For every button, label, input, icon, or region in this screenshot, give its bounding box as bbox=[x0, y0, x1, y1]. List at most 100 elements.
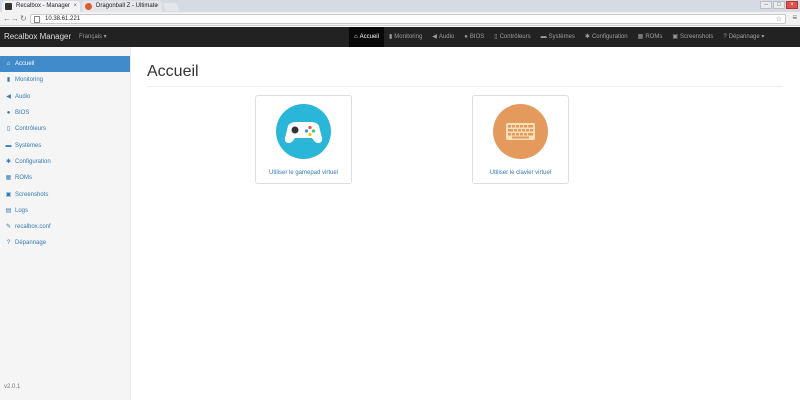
close-icon[interactable]: × bbox=[73, 1, 77, 12]
film-icon: ▦ bbox=[5, 175, 12, 182]
sidebar-item-1[interactable]: ▮ Monitoring bbox=[0, 72, 130, 88]
pencil-icon: ✎ bbox=[5, 224, 12, 231]
nav-item-1[interactable]: ▮ Monitoring bbox=[384, 27, 427, 47]
address-bar[interactable]: 10.38.61.221 ☆ bbox=[30, 14, 786, 24]
nav-item-0[interactable]: ⌂ Accueil bbox=[349, 27, 384, 47]
question-icon: ? bbox=[723, 34, 727, 40]
sidebar-item-label: Contrôleurs bbox=[15, 126, 47, 133]
keyboard-icon bbox=[493, 104, 548, 159]
nav-item-label: Accueil bbox=[359, 34, 379, 40]
close-icon[interactable]: × bbox=[155, 1, 159, 12]
speaker-icon: ◀ bbox=[432, 34, 437, 40]
sidebar-item-label: ROMs bbox=[15, 175, 32, 182]
sidebar-item-label: Systèmes bbox=[15, 142, 42, 149]
nav-item-3[interactable]: ● BIOS bbox=[459, 27, 489, 47]
home-icon: ⌂ bbox=[6, 61, 11, 68]
sidebar-item-label: Dépannage bbox=[15, 240, 47, 247]
nav-item-9[interactable]: ? Dépannage ▾ bbox=[718, 27, 769, 47]
minimize-icon[interactable]: – bbox=[760, 1, 772, 9]
hdd-icon: ▬ bbox=[5, 142, 12, 149]
sidebar-item-6[interactable]: ✱ Configuration bbox=[0, 154, 130, 170]
page-title: Accueil bbox=[147, 63, 199, 80]
phone-icon: ▯ bbox=[494, 34, 498, 40]
brand-logo[interactable]: Recalbox Manager bbox=[4, 27, 71, 47]
url-text: 10.38.61.221 bbox=[45, 16, 81, 22]
nav-item-5[interactable]: ▬ Systèmes bbox=[536, 27, 580, 47]
sidebar-item-label: Logs bbox=[15, 207, 29, 214]
picture-icon: ▣ bbox=[5, 191, 12, 198]
question-icon: ? bbox=[6, 240, 11, 247]
browser-tab-title: Recalbox - Manager bbox=[16, 3, 71, 9]
gamepad-card[interactable]: Utiliser le gamepad virtuel bbox=[255, 95, 352, 184]
sidebar-item-label: Configuration bbox=[15, 158, 51, 165]
sidebar-item-3[interactable]: ● BIOS bbox=[0, 105, 130, 121]
sidebar-item-label: BIOS bbox=[15, 110, 30, 117]
globe-icon: ● bbox=[6, 110, 11, 117]
sidebar-item-0[interactable]: ⌂ Accueil bbox=[0, 56, 130, 73]
nav-item-label: Dépannage ▾ bbox=[728, 34, 765, 40]
new-tab-button[interactable] bbox=[162, 3, 180, 11]
back-arrow-icon[interactable]: ← bbox=[3, 14, 11, 24]
phone-icon: ▯ bbox=[6, 126, 11, 133]
keyboard-link[interactable]: Utiliser le clavier virtuel bbox=[473, 170, 568, 176]
speaker-icon: ◀ bbox=[6, 93, 11, 100]
maximize-icon[interactable]: □ bbox=[773, 1, 785, 9]
forward-arrow-icon[interactable]: → bbox=[11, 14, 19, 24]
gear-icon: ✱ bbox=[5, 158, 12, 165]
keyboard-card[interactable]: Utiliser le clavier virtuel bbox=[472, 95, 569, 184]
bar-chart-icon: ▮ bbox=[388, 34, 393, 40]
version-label: v2.0.1 bbox=[4, 384, 21, 390]
nav-item-label: Contrôleurs bbox=[499, 34, 531, 40]
gear-icon: ✱ bbox=[584, 34, 590, 40]
sidebar-item-5[interactable]: ▬ Systèmes bbox=[0, 137, 130, 153]
sidebar-item-2[interactable]: ◀ Audio bbox=[0, 89, 130, 105]
sidebar-item-label: Monitoring bbox=[15, 77, 44, 84]
browser-tab-recalbox[interactable]: Recalbox - Manager × bbox=[2, 1, 80, 12]
nav-item-4[interactable]: ▯ Contrôleurs bbox=[489, 27, 535, 47]
recalbox-favicon-icon bbox=[5, 3, 12, 10]
sidebar-item-label: recalbox.conf bbox=[15, 224, 51, 231]
sidebar-item-label: Screenshots bbox=[15, 191, 49, 198]
sidebar-menu: ⌂ Accueil ▮ Monitoring ◀ Audio ● BIOS ▯ Contrôleu… bbox=[0, 56, 130, 252]
hdd-icon: ▬ bbox=[540, 34, 547, 40]
sidebar-item-label: Audio bbox=[15, 93, 31, 100]
gamepad-link[interactable]: Utiliser le gamepad virtuel bbox=[256, 170, 351, 176]
nav-item-7[interactable]: ▦ ROMs bbox=[633, 27, 668, 47]
divider bbox=[147, 86, 783, 87]
language-dropdown[interactable]: Français ▾ bbox=[79, 27, 107, 47]
picture-icon: ▣ bbox=[672, 34, 678, 40]
sidebar-item-8[interactable]: ▣ Screenshots bbox=[0, 186, 130, 202]
file-icon: ▤ bbox=[5, 207, 12, 214]
main-content: Accueil Utiliser le gamepad virtuel Util… bbox=[131, 47, 800, 400]
sidebar-item-4[interactable]: ▯ Contrôleurs bbox=[0, 121, 130, 137]
browser-tab-dragonball[interactable]: Dragonball Z - Ultimate × bbox=[82, 1, 162, 12]
nav-item-label: ROMs bbox=[645, 34, 663, 40]
sidebar-item-10[interactable]: ✎ recalbox.conf bbox=[0, 219, 130, 235]
nav-item-label: Screenshots bbox=[680, 34, 714, 40]
sidebar-item-7[interactable]: ▦ ROMs bbox=[0, 170, 130, 186]
film-icon: ▦ bbox=[637, 34, 644, 40]
nav-item-label: BIOS bbox=[469, 34, 485, 40]
dragonball-favicon-icon bbox=[85, 3, 92, 10]
browser-tab-strip: Recalbox - Manager × Dragonball Z - Ulti… bbox=[0, 0, 800, 12]
nav-item-8[interactable]: ▣ Screenshots bbox=[667, 27, 718, 47]
nav-item-label: Audio bbox=[438, 34, 455, 40]
page-icon bbox=[34, 16, 40, 23]
nav-item-label: Configuration bbox=[591, 34, 628, 40]
nav-item-6[interactable]: ✱ Configuration bbox=[580, 27, 633, 47]
nav-item-label: Systèmes bbox=[548, 34, 575, 40]
sidebar-item-label: Accueil bbox=[15, 61, 35, 68]
nav-item-2[interactable]: ◀ Audio bbox=[427, 27, 459, 47]
sidebar-item-11[interactable]: ? Dépannage bbox=[0, 235, 130, 251]
reload-icon[interactable]: ↻ bbox=[20, 14, 27, 24]
close-window-icon[interactable]: × bbox=[786, 1, 798, 9]
bar-chart-icon: ▮ bbox=[6, 77, 11, 84]
browser-menu-icon[interactable]: ≡ bbox=[792, 13, 797, 22]
sidebar-item-9[interactable]: ▤ Logs bbox=[0, 203, 130, 219]
star-icon[interactable]: ☆ bbox=[776, 15, 782, 24]
nav-item-label: Monitoring bbox=[394, 34, 423, 40]
sidebar: ⌂ Accueil ▮ Monitoring ◀ Audio ● BIOS ▯ Contrôleu… bbox=[0, 47, 131, 400]
window-controls: – □ × bbox=[760, 1, 798, 9]
browser-toolbar: ← → ↻ 10.38.61.221 ☆ ≡ bbox=[0, 12, 800, 26]
globe-icon: ● bbox=[464, 34, 468, 40]
